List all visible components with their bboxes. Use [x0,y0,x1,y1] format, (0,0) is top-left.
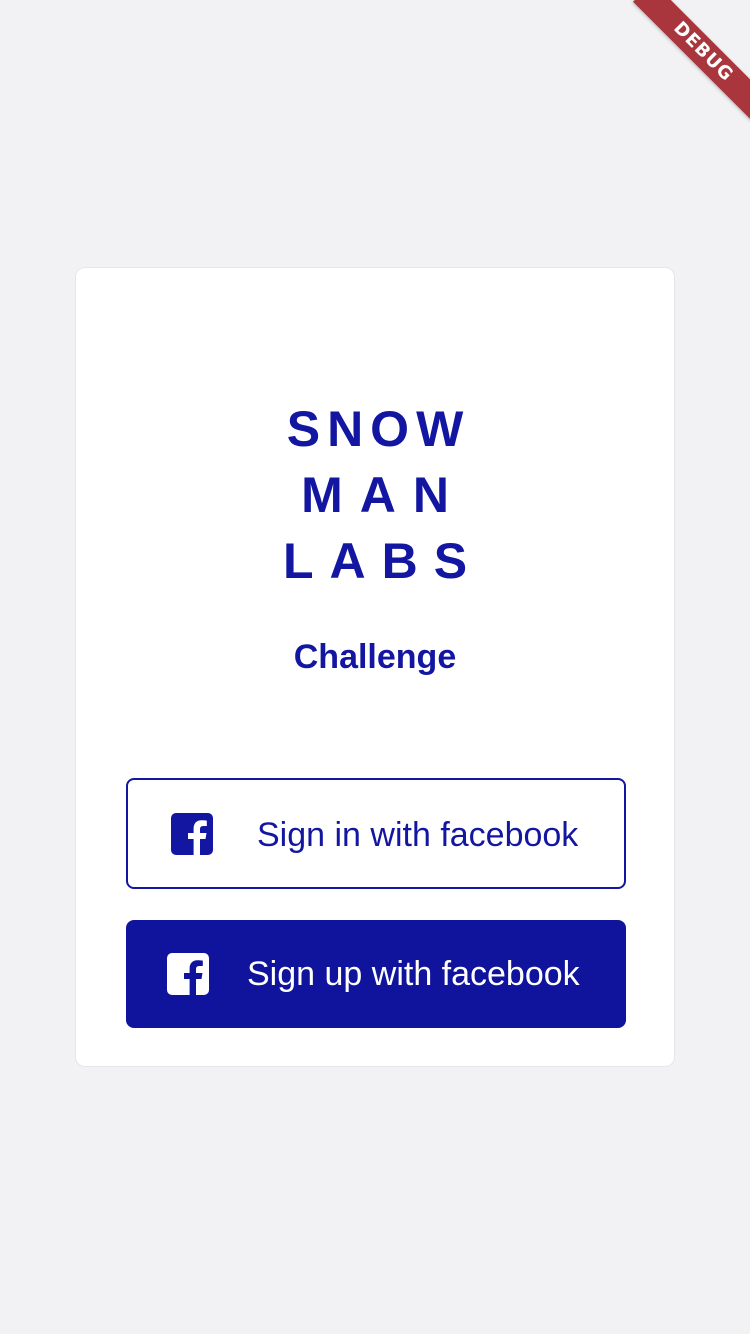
logo-line-labs: LABS [282,533,484,589]
debug-banner-label: DEBUG [632,0,750,123]
debug-banner: DEBUG [620,0,750,130]
login-card: SNOW MAN LABS Challenge Sign in with fac… [75,267,675,1067]
sign-up-facebook-button[interactable]: Sign up with facebook [126,920,626,1028]
logo-line-man: MAN [301,467,466,523]
sign-in-button-label: Sign in with facebook [257,816,579,854]
challenge-subtitle: Challenge [293,638,457,676]
facebook-icon [171,813,213,855]
sign-in-facebook-button[interactable]: Sign in with facebook [126,778,626,889]
logo-line-snow: SNOW [286,401,471,457]
sign-up-button-label: Sign up with facebook [247,955,580,993]
facebook-icon [167,953,209,995]
snowman-labs-logo: SNOW MAN LABS [76,396,674,594]
